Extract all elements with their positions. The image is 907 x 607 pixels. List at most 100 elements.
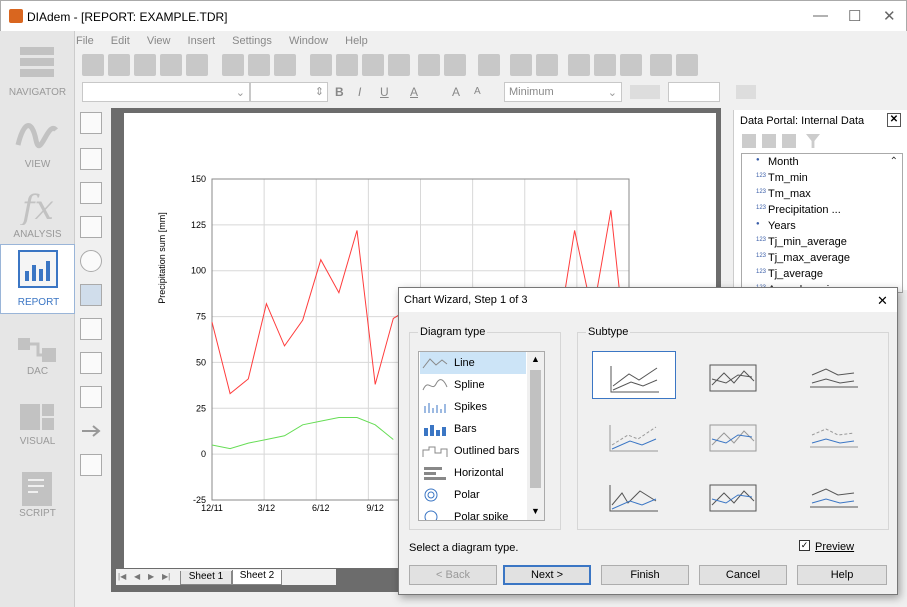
underline-button[interactable]: U <box>380 85 389 99</box>
grid-icon[interactable] <box>620 54 642 76</box>
insert-chart-icon[interactable] <box>160 54 182 76</box>
tree-item[interactable]: Tm_min <box>768 172 808 184</box>
tab-sheet-1[interactable]: Sheet 1 <box>180 571 232 585</box>
subtype-6[interactable] <box>792 411 876 459</box>
polar-tool-icon[interactable] <box>80 250 102 272</box>
close-button[interactable]: ✕ <box>883 7 896 25</box>
matrix-tool-icon[interactable] <box>80 216 102 238</box>
menu-insert[interactable]: Insert <box>188 35 216 47</box>
last-sheet-button[interactable]: ▶| <box>162 572 170 581</box>
portal-close-button[interactable]: ✕ <box>887 113 901 127</box>
chevron-up-icon[interactable]: ⌃ <box>890 156 898 167</box>
cancel-button[interactable]: Cancel <box>699 565 787 585</box>
lock-icon[interactable] <box>568 54 590 76</box>
nav-dac[interactable]: DAC <box>0 326 75 396</box>
align-icon[interactable] <box>444 54 466 76</box>
refresh-icon[interactable] <box>418 54 440 76</box>
prev-sheet-button[interactable]: ◀ <box>134 572 140 581</box>
channel-tree[interactable]: ● Month 123 Tm_min 123 Tm_max 123 Precip… <box>741 153 903 293</box>
text-tool-icon[interactable] <box>80 318 102 340</box>
chevron-up-icon[interactable]: ▲ <box>531 354 540 364</box>
3d-chart-tool-icon[interactable] <box>80 148 102 170</box>
line-width-dropdown[interactable]: Minimum ⌄ <box>504 82 622 102</box>
menu-help[interactable]: Help <box>345 35 368 47</box>
nav-report[interactable]: REPORT <box>0 244 75 314</box>
first-sheet-button[interactable]: |◀ <box>118 572 126 581</box>
minimize-button[interactable]: — <box>813 7 828 24</box>
diagram-type-outlined-bars[interactable]: Outlined bars <box>420 440 526 462</box>
group-icon[interactable] <box>510 54 532 76</box>
diagram-type-horizontal[interactable]: Horizontal <box>420 462 526 484</box>
frame-tool-icon[interactable] <box>80 386 102 408</box>
menu-view[interactable]: View <box>147 35 171 47</box>
zoom-fit-icon[interactable] <box>388 54 410 76</box>
grow-font-button[interactable]: A <box>452 85 460 99</box>
bold-button[interactable]: B <box>335 85 344 99</box>
menu-edit[interactable]: Edit <box>111 35 130 47</box>
help-button[interactable]: Help <box>797 565 887 585</box>
subtype-2[interactable] <box>692 351 776 399</box>
list-tool-icon[interactable] <box>80 352 102 374</box>
select-all-icon[interactable] <box>650 54 672 76</box>
preview-checkbox[interactable]: ✓ <box>799 540 810 551</box>
tree-item[interactable]: Tj_average <box>768 268 823 280</box>
insert-table-icon[interactable] <box>186 54 208 76</box>
subtype-7[interactable] <box>592 471 676 519</box>
next-button[interactable]: Next > <box>503 565 591 585</box>
diagram-type-polar-spike[interactable]: Polar spike <box>420 506 526 520</box>
save-data-icon[interactable] <box>762 134 776 148</box>
zoom-in-icon[interactable] <box>336 54 358 76</box>
subtype-8[interactable] <box>692 471 776 519</box>
list-scrollbar[interactable]: ▲ ▼ <box>527 352 544 520</box>
table-tool-icon[interactable] <box>80 112 102 134</box>
nav-view[interactable]: VIEW <box>0 111 75 181</box>
diagram-type-list[interactable]: Line Spline Spikes Bars Outlined bars Ho… <box>418 351 545 521</box>
nav-visual[interactable]: VISUAL <box>0 396 75 466</box>
font-name-dropdown[interactable]: ⌄ <box>82 82 250 102</box>
export-icon[interactable] <box>274 54 296 76</box>
tree-item[interactable]: Tj_max_average <box>768 252 850 264</box>
filter-icon[interactable] <box>806 134 820 148</box>
new-icon[interactable] <box>82 54 104 76</box>
arrow-tool-icon[interactable] <box>80 420 102 442</box>
tree-item[interactable]: Precipitation ... <box>768 204 841 216</box>
pointer-icon[interactable] <box>310 54 332 76</box>
grid-tool-icon[interactable] <box>80 182 102 204</box>
nav-navigator[interactable]: NAVIGATOR <box>0 37 75 107</box>
tree-item[interactable]: Tm_max <box>768 188 811 200</box>
italic-button[interactable]: I <box>358 85 361 99</box>
deselect-icon[interactable] <box>676 54 698 76</box>
print-icon[interactable] <box>248 54 270 76</box>
new-data-icon[interactable] <box>742 134 756 148</box>
layout-icon[interactable] <box>478 54 500 76</box>
diagram-type-line[interactable]: Line <box>420 352 526 374</box>
menu-settings[interactable]: Settings <box>232 35 272 47</box>
fill-color-icon[interactable] <box>736 85 756 99</box>
font-size-field[interactable]: ⇕ <box>250 82 328 102</box>
diagram-type-spline[interactable]: Spline <box>420 374 526 396</box>
chevron-down-icon[interactable]: ▼ <box>531 506 540 516</box>
nav-analysis[interactable]: fx ANALYSIS <box>0 181 75 251</box>
dialog-close-button[interactable]: ✕ <box>877 293 888 309</box>
tree-item[interactable]: Tj_min_average <box>768 236 847 248</box>
subtype-3[interactable] <box>792 351 876 399</box>
nav-script[interactable]: SCRIPT <box>0 466 75 536</box>
subtype-1[interactable] <box>592 351 676 399</box>
diagram-type-spikes[interactable]: Spikes <box>420 396 526 418</box>
settings-data-icon[interactable] <box>782 134 796 148</box>
subtype-4[interactable] <box>592 411 676 459</box>
open-icon[interactable] <box>108 54 130 76</box>
image-tool-icon[interactable] <box>80 284 102 306</box>
shrink-font-button[interactable]: A <box>474 86 481 97</box>
diagram-type-bars[interactable]: Bars <box>420 418 526 440</box>
menu-file[interactable]: File <box>76 35 94 47</box>
print-preview-icon[interactable] <box>222 54 244 76</box>
diagram-type-polar[interactable]: Polar <box>420 484 526 506</box>
bring-front-icon[interactable] <box>594 54 616 76</box>
subtype-5[interactable] <box>692 411 776 459</box>
back-button[interactable]: < Back <box>409 565 497 585</box>
next-sheet-button[interactable]: ▶ <box>148 572 154 581</box>
subtype-9[interactable] <box>792 471 876 519</box>
line-color-icon[interactable] <box>630 85 660 99</box>
save-icon[interactable] <box>134 54 156 76</box>
